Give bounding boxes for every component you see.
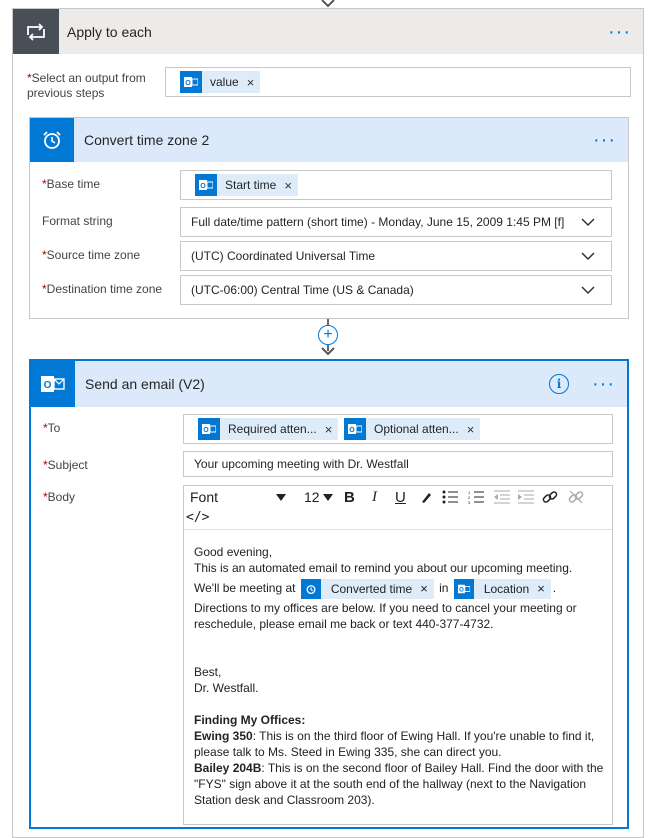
remove-token-icon[interactable]: ×: [325, 422, 333, 437]
remove-token-icon[interactable]: ×: [420, 577, 428, 601]
numbered-list-icon[interactable]: 123: [468, 490, 484, 504]
italic-button[interactable]: I: [372, 489, 377, 506]
loop-icon: [13, 9, 59, 54]
add-step-button[interactable]: +: [318, 325, 338, 345]
convert-time-zone-card: Convert time zone 2 ··· *Base time O Sta…: [29, 117, 629, 319]
convert-more-button[interactable]: ···: [593, 130, 616, 150]
body-bailey: Bailey 204B: This is on the second floor…: [194, 761, 604, 807]
source-time-zone-label: *Source time zone: [42, 248, 141, 262]
outlook-icon: O: [31, 361, 75, 407]
location-token[interactable]: O Location ×: [453, 577, 551, 601]
flow-arrow-down-icon: [321, 347, 335, 356]
flow-arrow-down-icon: [321, 0, 335, 8]
increase-indent-icon[interactable]: [518, 490, 534, 504]
font-size-dropdown[interactable]: 12: [304, 489, 320, 505]
send-email-header[interactable]: O Send an email (V2) i ···: [31, 361, 627, 407]
base-time-label: *Base time: [42, 177, 101, 191]
body-ewing: Ewing 350: This is on the third floor of…: [194, 729, 595, 759]
body-signoff: Best,: [194, 665, 222, 679]
remove-token-icon[interactable]: ×: [537, 577, 545, 601]
value-token-label: value: [210, 75, 239, 89]
body-intro: This is an automated email to remind you…: [194, 561, 573, 575]
highlighter-icon[interactable]: [420, 490, 434, 504]
outlook-icon: O: [180, 71, 202, 93]
destination-time-zone-dropdown[interactable]: (UTC-06:00) Central Time (US & Canada): [180, 275, 612, 305]
email-body-content[interactable]: Good evening, This is an automated email…: [194, 544, 609, 808]
svg-text:O: O: [349, 427, 355, 434]
source-time-zone-dropdown[interactable]: (UTC) Coordinated Universal Time: [180, 241, 612, 271]
body-editor[interactable]: Font 12 B I U 123 </> Good evening, This…: [183, 485, 613, 825]
alarm-clock-icon: [30, 118, 74, 162]
select-output-row: *Select an output from previous steps O …: [27, 67, 637, 107]
start-time-token[interactable]: O Start time ×: [195, 174, 298, 196]
format-string-dropdown[interactable]: Full date/time pattern (short time) - Mo…: [180, 207, 612, 237]
link-icon[interactable]: [542, 489, 558, 505]
code-view-button[interactable]: </>: [186, 510, 209, 525]
select-output-field[interactable]: O value ×: [165, 67, 631, 97]
send-email-more-button[interactable]: ···: [592, 374, 615, 394]
info-icon[interactable]: i: [549, 374, 569, 394]
chevron-down-icon: [581, 252, 595, 261]
to-label: *To: [43, 421, 61, 435]
chevron-down-icon: [323, 494, 333, 501]
svg-text:O: O: [185, 80, 191, 87]
editor-toolbar: Font 12 B I U 123 </>: [184, 486, 612, 530]
svg-text:O: O: [44, 380, 52, 391]
send-email-title: Send an email (V2): [85, 376, 205, 392]
select-output-label: *Select an output from previous steps: [27, 71, 146, 100]
convert-time-zone-header[interactable]: Convert time zone 2 ···: [30, 118, 628, 162]
body-directions: Directions to my offices are below. If y…: [194, 601, 577, 631]
body-meeting-line: We'll be meeting at Converted time × in …: [194, 576, 609, 600]
format-string-label: Format string: [42, 214, 113, 228]
converted-time-token[interactable]: Converted time ×: [300, 577, 434, 601]
body-greeting: Good evening,: [194, 545, 273, 559]
apply-to-each-header[interactable]: Apply to each ···: [13, 9, 643, 54]
outlook-icon: O: [198, 418, 220, 440]
apply-to-each-title: Apply to each: [67, 23, 152, 40]
font-dropdown[interactable]: Font: [190, 489, 218, 505]
alarm-clock-icon: [300, 578, 321, 599]
send-email-card: O Send an email (V2) i ··· *To O Require…: [29, 359, 629, 829]
to-field[interactable]: O Required atten... × O Optional atten..…: [183, 414, 613, 444]
svg-text:O: O: [200, 183, 206, 190]
remove-token-icon[interactable]: ×: [247, 75, 255, 90]
subject-field[interactable]: Your upcoming meeting with Dr. Westfall: [183, 451, 613, 477]
remove-token-icon[interactable]: ×: [467, 422, 475, 437]
underline-button[interactable]: U: [395, 489, 406, 506]
bold-button[interactable]: B: [344, 489, 355, 506]
bullet-list-icon[interactable]: [442, 490, 458, 504]
outlook-icon: O: [453, 578, 474, 599]
svg-text:O: O: [459, 587, 464, 593]
base-time-field[interactable]: O Start time ×: [180, 170, 612, 200]
decrease-indent-icon[interactable]: [494, 490, 510, 504]
destination-time-zone-label: *Destination time zone: [42, 282, 163, 296]
chevron-down-icon: [581, 218, 595, 227]
body-signature: Dr. Westfall.: [194, 681, 259, 695]
outlook-icon: O: [344, 418, 366, 440]
unlink-icon[interactable]: [568, 489, 584, 505]
required-attendees-token[interactable]: O Required atten... ×: [198, 418, 339, 440]
svg-text:3: 3: [468, 500, 471, 504]
body-label: *Body: [43, 490, 76, 504]
chevron-down-icon: [276, 494, 286, 501]
subject-label: *Subject: [43, 458, 88, 472]
apply-to-each-more-button[interactable]: ···: [608, 22, 631, 42]
svg-text:O: O: [203, 427, 209, 434]
convert-time-zone-title: Convert time zone 2: [84, 132, 210, 148]
optional-attendees-token[interactable]: O Optional atten... ×: [344, 418, 481, 440]
body-heading: Finding My Offices:: [194, 713, 306, 727]
chevron-down-icon: [581, 286, 595, 295]
outlook-icon: O: [195, 174, 217, 196]
value-token[interactable]: O value ×: [180, 71, 261, 93]
remove-token-icon[interactable]: ×: [284, 178, 292, 193]
